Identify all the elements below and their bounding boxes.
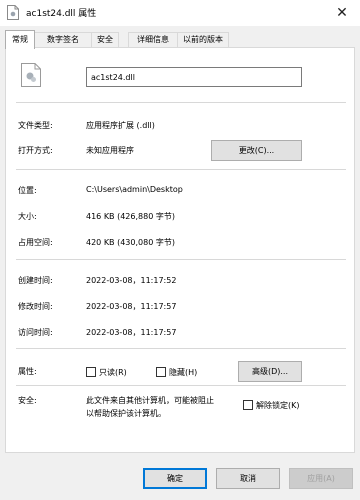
apply-button[interactable]: 应用(A) xyxy=(289,468,353,489)
created-value: 2022-03-08，11:17:52 xyxy=(86,276,177,285)
general-panel: 文件类型: 应用程序扩展 (.dll) 打开方式: 未知应用程序 更改(C)..… xyxy=(5,47,355,453)
unblock-label: 解除锁定(K) xyxy=(256,400,300,410)
accessed-label: 访问时间: xyxy=(18,328,53,337)
modified-label: 修改时间: xyxy=(18,302,53,311)
tab-details[interactable]: 详细信息 xyxy=(128,32,178,48)
security-message-line2: 以帮助保护该计算机。 xyxy=(86,409,166,418)
file-type-value: 应用程序扩展 (.dll) xyxy=(86,121,155,130)
open-with-value: 未知应用程序 xyxy=(86,146,134,155)
separator xyxy=(16,259,346,260)
checkbox-box xyxy=(86,367,96,377)
unblock-checkbox[interactable]: 解除锁定(K) xyxy=(243,399,300,411)
created-label: 创建时间: xyxy=(18,276,53,285)
ok-button[interactable]: 确定 xyxy=(143,468,207,489)
readonly-checkbox[interactable]: 只读(R) xyxy=(86,366,127,378)
filename-field[interactable] xyxy=(86,67,302,87)
readonly-label: 只读(R) xyxy=(99,367,127,377)
close-button[interactable]: ✕ xyxy=(324,0,360,26)
separator xyxy=(16,385,346,386)
security-label: 安全: xyxy=(18,396,37,405)
file-type-label: 文件类型: xyxy=(18,121,53,130)
change-button[interactable]: 更改(C)... xyxy=(211,140,302,161)
separator xyxy=(16,169,346,170)
hidden-label: 隐藏(H) xyxy=(169,367,198,377)
window-title: ac1st24.dll 属性 xyxy=(26,9,97,19)
checkbox-box xyxy=(156,367,166,377)
advanced-button[interactable]: 高级(D)... xyxy=(238,361,302,382)
location-label: 位置: xyxy=(18,186,37,195)
security-message-line1: 此文件来自其他计算机，可能被阻止 xyxy=(86,396,214,405)
location-value: C:\Users\admin\Desktop xyxy=(86,185,183,194)
hidden-checkbox[interactable]: 隐藏(H) xyxy=(156,366,197,378)
tab-previous-versions[interactable]: 以前的版本 xyxy=(177,32,229,48)
tab-general[interactable]: 常规 xyxy=(5,30,35,49)
tab-digital-signatures[interactable]: 数字签名 xyxy=(34,32,92,48)
modified-value: 2022-03-08，11:17:57 xyxy=(86,302,177,311)
size-label: 大小: xyxy=(18,212,37,221)
accessed-value: 2022-03-08，11:17:57 xyxy=(86,328,177,337)
size-on-disk-label: 占用空间: xyxy=(18,238,53,247)
title-bar: ac1st24.dll 属性 ✕ xyxy=(0,0,360,26)
size-value: 416 KB (426,880 字节) xyxy=(86,212,175,221)
attributes-label: 属性: xyxy=(18,367,37,376)
separator xyxy=(16,102,346,103)
size-on-disk-value: 420 KB (430,080 字节) xyxy=(86,238,175,247)
dll-file-icon xyxy=(21,63,41,87)
tab-strip: 常规 数字签名 安全 详细信息 以前的版本 xyxy=(5,30,355,49)
tab-security[interactable]: 安全 xyxy=(91,32,119,48)
close-icon: ✕ xyxy=(336,5,348,21)
separator xyxy=(16,348,346,349)
checkbox-box xyxy=(243,400,253,410)
cancel-button[interactable]: 取消 xyxy=(216,468,280,489)
file-icon xyxy=(7,5,19,20)
open-with-label: 打开方式: xyxy=(18,146,53,155)
